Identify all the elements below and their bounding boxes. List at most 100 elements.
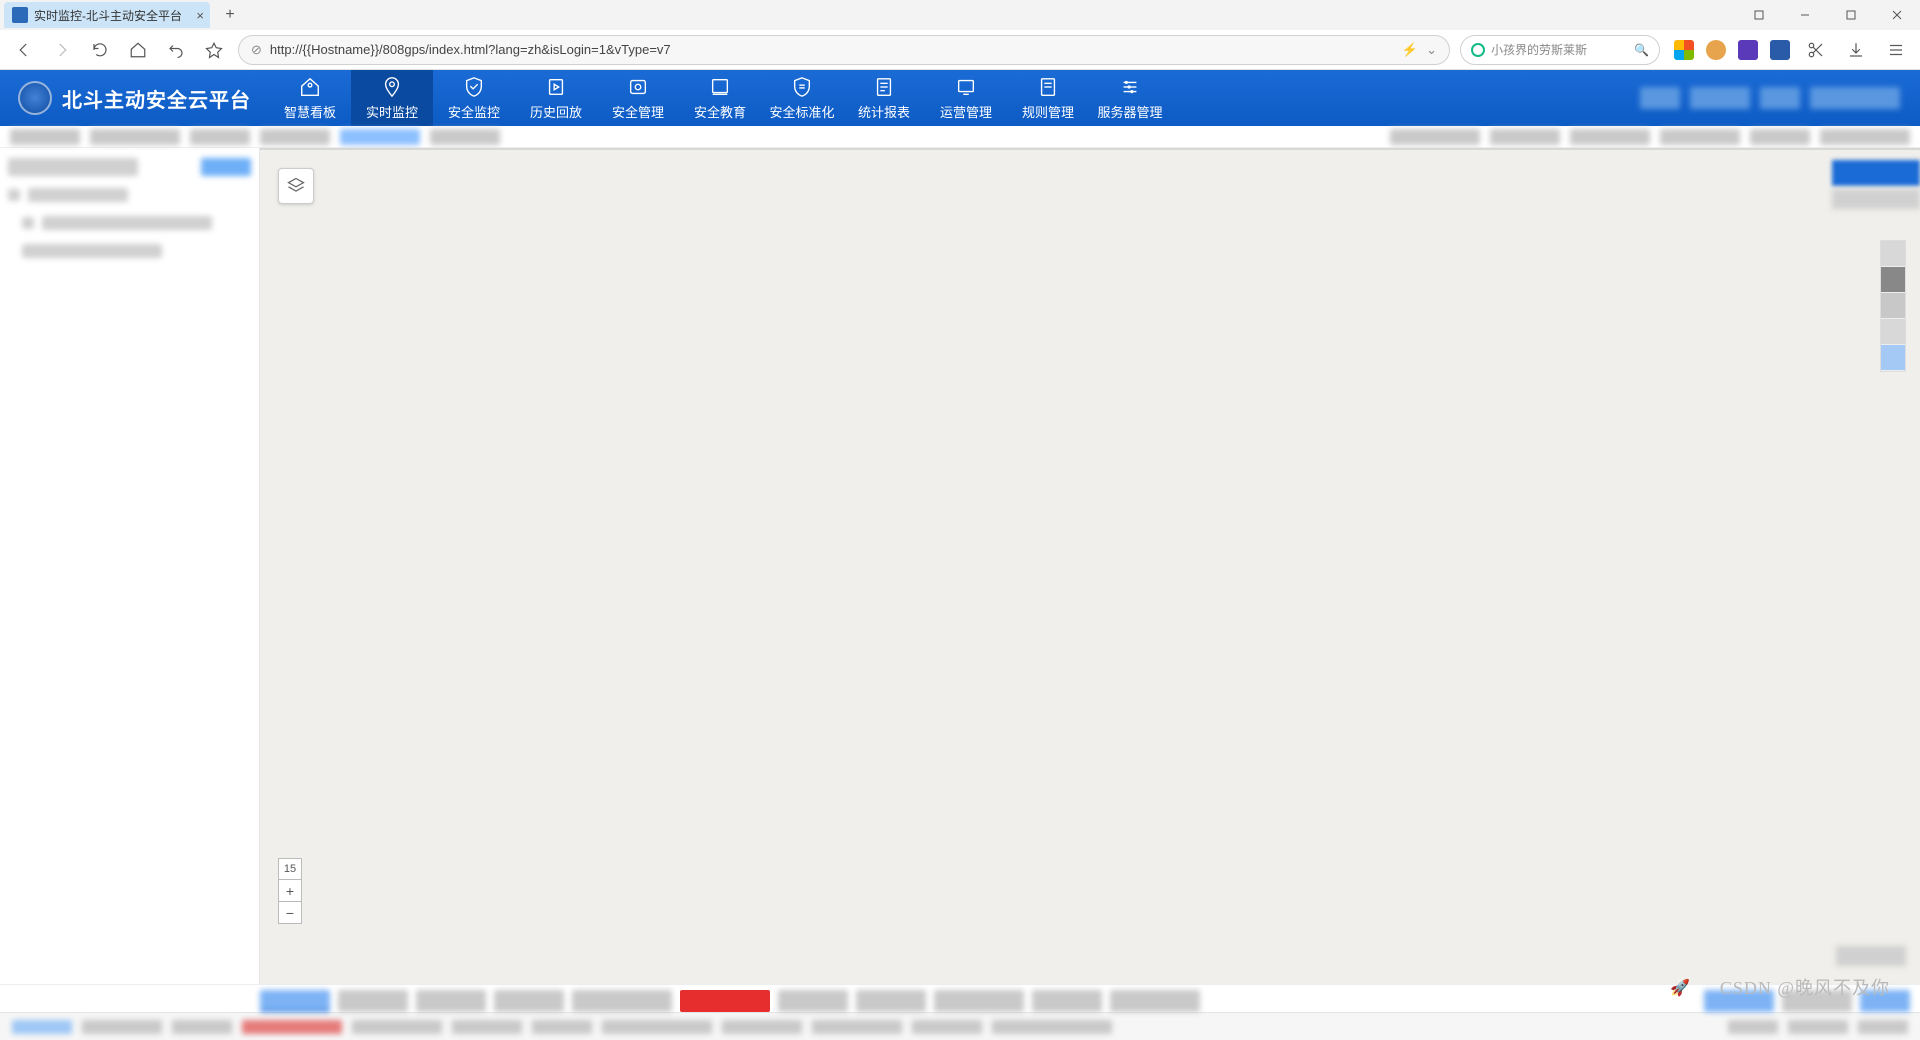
nav-server-mgmt[interactable]: 服务器管理 — [1089, 70, 1171, 126]
bottom-tab[interactable] — [778, 990, 848, 1012]
scissors-icon[interactable] — [1802, 36, 1830, 64]
nav-label: 智慧看板 — [284, 102, 336, 121]
status-chip — [912, 1020, 982, 1034]
minimize-button[interactable] — [1782, 0, 1828, 30]
right-panel-tab-active[interactable] — [1832, 160, 1920, 186]
sub-tab[interactable] — [1660, 129, 1740, 145]
search-icon[interactable]: 🔍 — [1634, 43, 1649, 57]
bottom-tab-alert[interactable] — [680, 990, 770, 1012]
nav-safety-edu[interactable]: 安全教育 — [679, 70, 761, 126]
favorite-button[interactable] — [200, 36, 228, 64]
sidebar-tree-root[interactable] — [8, 184, 251, 206]
bottom-tab[interactable] — [856, 990, 926, 1012]
user-chip[interactable] — [1690, 87, 1750, 109]
new-tab-button[interactable]: + — [216, 2, 244, 28]
shield-check-icon — [463, 76, 485, 98]
forward-button[interactable] — [48, 36, 76, 64]
sub-tab[interactable] — [10, 129, 80, 145]
extensions-icon[interactable] — [1736, 0, 1782, 30]
status-chip — [812, 1020, 902, 1034]
apps-icon[interactable] — [1674, 40, 1694, 60]
bottom-action[interactable] — [1704, 990, 1774, 1012]
zoom-out-button[interactable]: − — [278, 902, 302, 924]
dashboard-icon — [299, 76, 321, 98]
nav-safety-monitor[interactable]: 安全监控 — [433, 70, 515, 126]
nav-label: 规则管理 — [1022, 102, 1074, 121]
undo-button[interactable] — [162, 36, 190, 64]
lightning-icon[interactable]: ⚡ — [1402, 42, 1418, 58]
sidebar-search-row[interactable] — [8, 156, 251, 178]
map-layers-button[interactable] — [278, 168, 314, 204]
map-scale-label — [1836, 946, 1906, 966]
user-chip[interactable] — [1810, 87, 1900, 109]
bottom-tab[interactable] — [338, 990, 408, 1012]
ext2-icon[interactable] — [1770, 40, 1790, 60]
bottom-tab[interactable] — [1032, 990, 1102, 1012]
zoom-in-button[interactable]: + — [278, 880, 302, 902]
nav-rules-mgmt[interactable]: 规则管理 — [1007, 70, 1089, 126]
nav-safety-mgmt[interactable]: 安全管理 — [597, 70, 679, 126]
sub-tab-active[interactable] — [340, 129, 420, 145]
bottom-tab[interactable] — [494, 990, 564, 1012]
cookie-icon[interactable] — [1706, 40, 1726, 60]
tab-close-icon[interactable]: × — [196, 8, 204, 23]
sub-tab[interactable] — [1570, 129, 1650, 145]
sidebar-tree-item[interactable] — [8, 240, 251, 262]
sub-tab[interactable] — [90, 129, 180, 145]
maximize-button[interactable] — [1828, 0, 1874, 30]
bottom-action[interactable] — [1782, 990, 1852, 1012]
bottom-tab-active[interactable] — [260, 990, 330, 1012]
sub-tab[interactable] — [1390, 129, 1480, 145]
nav-history-playback[interactable]: 历史回放 — [515, 70, 597, 126]
user-chip[interactable] — [1760, 87, 1800, 109]
user-chip[interactable] — [1640, 87, 1680, 109]
sub-tab[interactable] — [1750, 129, 1810, 145]
nav-reports[interactable]: 统计报表 — [843, 70, 925, 126]
app-logo-icon — [18, 81, 52, 115]
map-tool-5[interactable] — [1881, 345, 1905, 371]
bottom-tab[interactable] — [934, 990, 1024, 1012]
rules-icon — [1037, 76, 1059, 98]
nav-safety-standard[interactable]: 安全标准化 — [761, 70, 843, 126]
nav-operation-mgmt[interactable]: 运营管理 — [925, 70, 1007, 126]
map-canvas[interactable]: 15 + − — [260, 148, 1920, 984]
bottom-action[interactable] — [1860, 990, 1910, 1012]
back-button[interactable] — [10, 36, 38, 64]
bottom-tab[interactable] — [416, 990, 486, 1012]
map-tool-1[interactable] — [1881, 241, 1905, 267]
map-right-panel — [1832, 160, 1920, 209]
bottom-tab[interactable] — [1110, 990, 1200, 1012]
sidebar-tree-item[interactable] — [8, 212, 251, 234]
nav-dashboard[interactable]: 智慧看板 — [269, 70, 351, 126]
not-secure-icon: ⊘ — [251, 42, 262, 58]
url-input[interactable]: ⊘ http://{{Hostname}}/808gps/index.html?… — [238, 35, 1450, 65]
map-tool-4[interactable] — [1881, 319, 1905, 345]
browser-search-box[interactable]: 小孩界的劳斯莱斯 🔍 — [1460, 35, 1660, 65]
browser-tab-active[interactable]: 实时监控-北斗主动安全平台 × — [4, 2, 210, 28]
download-icon[interactable] — [1842, 36, 1870, 64]
sub-tab[interactable] — [1820, 129, 1910, 145]
sub-tab[interactable] — [260, 129, 330, 145]
bottom-tab[interactable] — [572, 990, 672, 1012]
report-icon — [873, 76, 895, 98]
sub-tab[interactable] — [190, 129, 250, 145]
sub-tab[interactable] — [430, 129, 500, 145]
zoom-level-label: 15 — [278, 858, 302, 880]
reload-button[interactable] — [86, 36, 114, 64]
home-button[interactable] — [124, 36, 152, 64]
browser-tab-strip: 实时监控-北斗主动安全平台 × + — [0, 0, 1920, 30]
menu-icon[interactable] — [1882, 36, 1910, 64]
right-panel-tab[interactable] — [1832, 189, 1920, 209]
status-chip-warn — [242, 1020, 342, 1034]
status-chip — [602, 1020, 712, 1034]
status-chip — [722, 1020, 802, 1034]
safety-mgmt-icon — [627, 76, 649, 98]
status-chip — [172, 1020, 232, 1034]
map-tool-2[interactable] — [1881, 267, 1905, 293]
close-window-button[interactable] — [1874, 0, 1920, 30]
ext1-icon[interactable] — [1738, 40, 1758, 60]
map-tool-3[interactable] — [1881, 293, 1905, 319]
chevron-down-icon[interactable]: ⌄ — [1426, 42, 1437, 58]
nav-realtime-monitor[interactable]: 实时监控 — [351, 70, 433, 126]
sub-tab[interactable] — [1490, 129, 1560, 145]
